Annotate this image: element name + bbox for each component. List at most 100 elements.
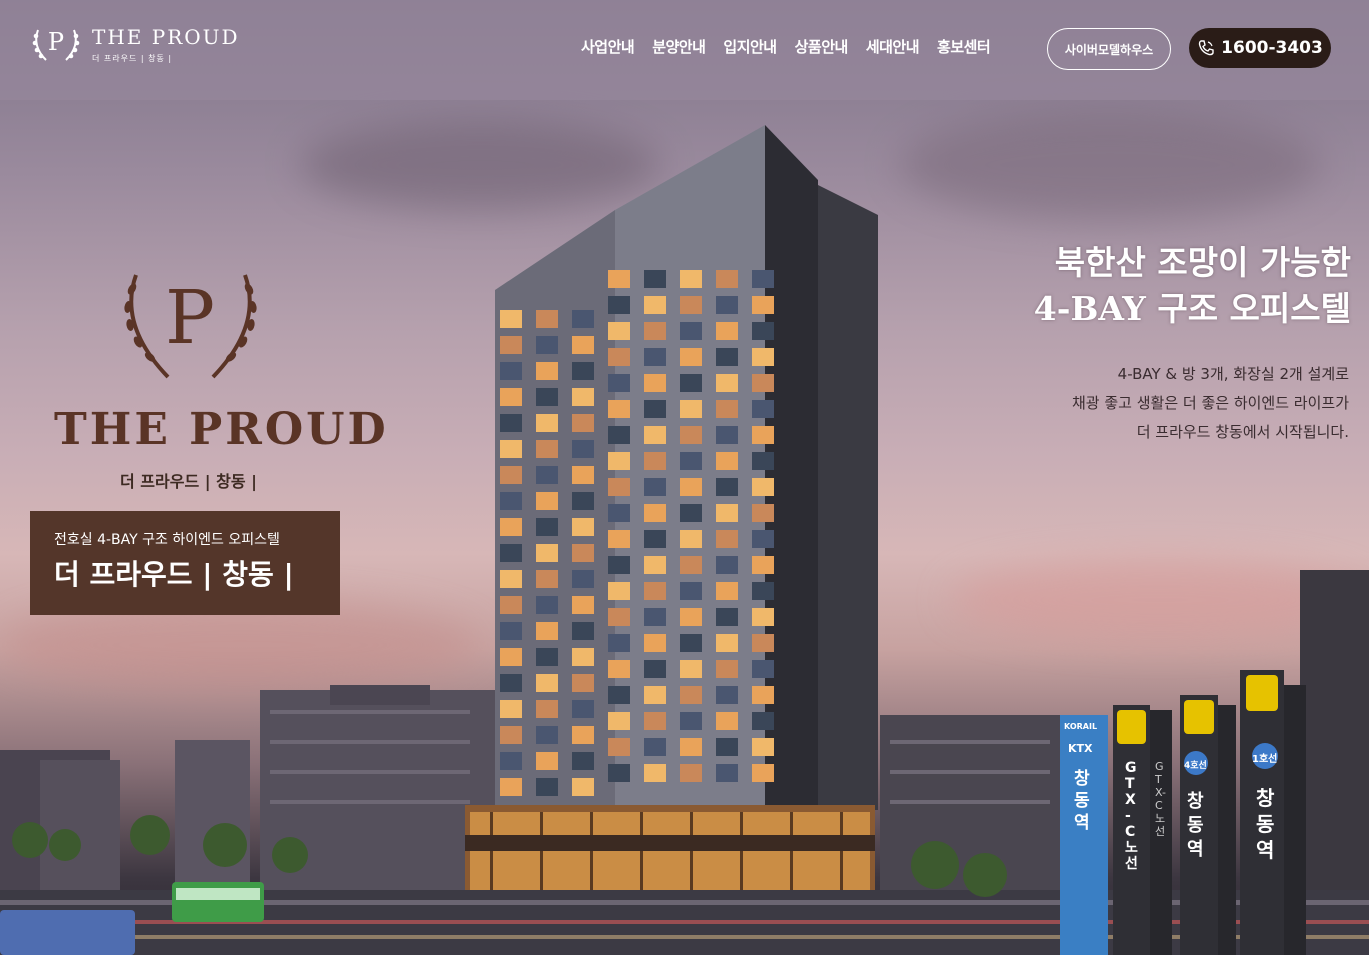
tower-window bbox=[752, 478, 774, 496]
tower-window bbox=[716, 712, 738, 730]
tower-window bbox=[644, 530, 666, 548]
tower-window bbox=[500, 726, 522, 744]
tower-window bbox=[500, 700, 522, 718]
tower-window bbox=[716, 686, 738, 704]
tower-window bbox=[608, 270, 630, 288]
tower-window bbox=[716, 270, 738, 288]
sign-station3: 창동역 bbox=[1256, 786, 1275, 862]
tower-window bbox=[680, 608, 702, 626]
description: 4-BAY & 방 3개, 화장실 2개 설계로 채광 좋고 생활은 더 좋은 … bbox=[1072, 360, 1349, 447]
tower-window bbox=[644, 634, 666, 652]
tower-window bbox=[500, 544, 522, 562]
tower-window bbox=[536, 362, 558, 380]
tower-window bbox=[536, 622, 558, 640]
tower-window bbox=[752, 374, 774, 392]
tower-window bbox=[572, 362, 594, 380]
tower-window bbox=[608, 764, 630, 782]
phone-button[interactable]: 1600-3403 bbox=[1189, 28, 1331, 68]
tower-window bbox=[644, 556, 666, 574]
tower-window bbox=[644, 608, 666, 626]
nav-units[interactable]: 세대안내 bbox=[866, 36, 920, 57]
tower-window bbox=[500, 570, 522, 588]
tower-window bbox=[572, 674, 594, 692]
tower-window bbox=[536, 648, 558, 666]
promo-subtitle: 전호실 4-BAY 구조 하이엔드 오피스텔 bbox=[54, 532, 280, 548]
tower-window bbox=[536, 388, 558, 406]
tower-window bbox=[572, 726, 594, 744]
tower-window bbox=[608, 608, 630, 626]
nav-location[interactable]: 입지안내 bbox=[723, 36, 777, 57]
tower-window bbox=[608, 556, 630, 574]
tower-window bbox=[536, 440, 558, 458]
tower-window bbox=[716, 348, 738, 366]
nav-pr-center[interactable]: 홍보센터 bbox=[937, 36, 991, 57]
description-line1: 4-BAY & 방 3개, 화장실 2개 설계로 bbox=[1117, 365, 1349, 383]
tower-window bbox=[536, 752, 558, 770]
tower-window bbox=[752, 270, 774, 288]
tower-window bbox=[500, 492, 522, 510]
tower-window bbox=[572, 336, 594, 354]
tower-window bbox=[608, 400, 630, 418]
tower-window bbox=[680, 712, 702, 730]
tower-window bbox=[500, 336, 522, 354]
tower-window bbox=[716, 764, 738, 782]
tower-window bbox=[536, 674, 558, 692]
tower-window bbox=[752, 452, 774, 470]
tower-window bbox=[572, 466, 594, 484]
tower-window bbox=[752, 582, 774, 600]
tower-window bbox=[572, 648, 594, 666]
tower-window bbox=[752, 426, 774, 444]
promo-box: 전호실 4-BAY 구조 하이엔드 오피스텔 더 프라우드 | 창동 | bbox=[30, 511, 340, 615]
tower-window bbox=[536, 466, 558, 484]
nav-product[interactable]: 상품안내 bbox=[795, 36, 849, 57]
sign-korail: KORAIL bbox=[1064, 722, 1098, 731]
tower-window bbox=[572, 778, 594, 796]
tower-window bbox=[716, 478, 738, 496]
tower-window bbox=[608, 530, 630, 548]
tower-window bbox=[536, 336, 558, 354]
tower-window bbox=[500, 518, 522, 536]
phone-icon bbox=[1198, 40, 1214, 56]
cyber-model-house-button[interactable]: 사이버모델하우스 bbox=[1047, 28, 1171, 70]
nav-business[interactable]: 사업안내 bbox=[581, 36, 635, 57]
nav-sales[interactable]: 분양안내 bbox=[652, 36, 706, 57]
tower-window bbox=[716, 556, 738, 574]
tower-window bbox=[608, 426, 630, 444]
tower-window bbox=[500, 648, 522, 666]
tower-window bbox=[752, 608, 774, 626]
tower-window bbox=[752, 764, 774, 782]
tower-window bbox=[680, 738, 702, 756]
top-header: P THE PROUD 더 프라우드 | 창동 | 사업안내 분양안내 입지안내… bbox=[0, 0, 1369, 100]
tower-window bbox=[608, 374, 630, 392]
tower-window bbox=[608, 478, 630, 496]
tower-window bbox=[680, 530, 702, 548]
tower-window bbox=[608, 322, 630, 340]
tower-window bbox=[752, 686, 774, 704]
tower-window bbox=[572, 518, 594, 536]
tower-window bbox=[644, 296, 666, 314]
sign-station2: 창동역 bbox=[1187, 791, 1204, 860]
tower-window bbox=[680, 452, 702, 470]
tower-window bbox=[608, 504, 630, 522]
tower-window bbox=[680, 374, 702, 392]
tower-window bbox=[644, 348, 666, 366]
site-logo[interactable]: P THE PROUD 더 프라우드 | 창동 | bbox=[30, 22, 240, 66]
tower-window bbox=[536, 726, 558, 744]
headline: 북한산 조망이 가능한 4-BAY 구조 오피스텔 bbox=[1034, 240, 1351, 332]
tower-window bbox=[500, 414, 522, 432]
tower-window bbox=[608, 660, 630, 678]
logo-title: THE PROUD bbox=[92, 24, 240, 49]
tower-window bbox=[608, 738, 630, 756]
tower-window bbox=[608, 296, 630, 314]
sign-gtx2: GTX-C노선 bbox=[1155, 760, 1166, 838]
tower-window bbox=[644, 478, 666, 496]
tower-window bbox=[500, 440, 522, 458]
tower-window bbox=[500, 778, 522, 796]
tower-window bbox=[716, 582, 738, 600]
tower-window bbox=[680, 270, 702, 288]
tower-window bbox=[644, 712, 666, 730]
tower-window bbox=[680, 400, 702, 418]
tower-window bbox=[680, 348, 702, 366]
tower-window bbox=[644, 738, 666, 756]
tower-window bbox=[752, 348, 774, 366]
